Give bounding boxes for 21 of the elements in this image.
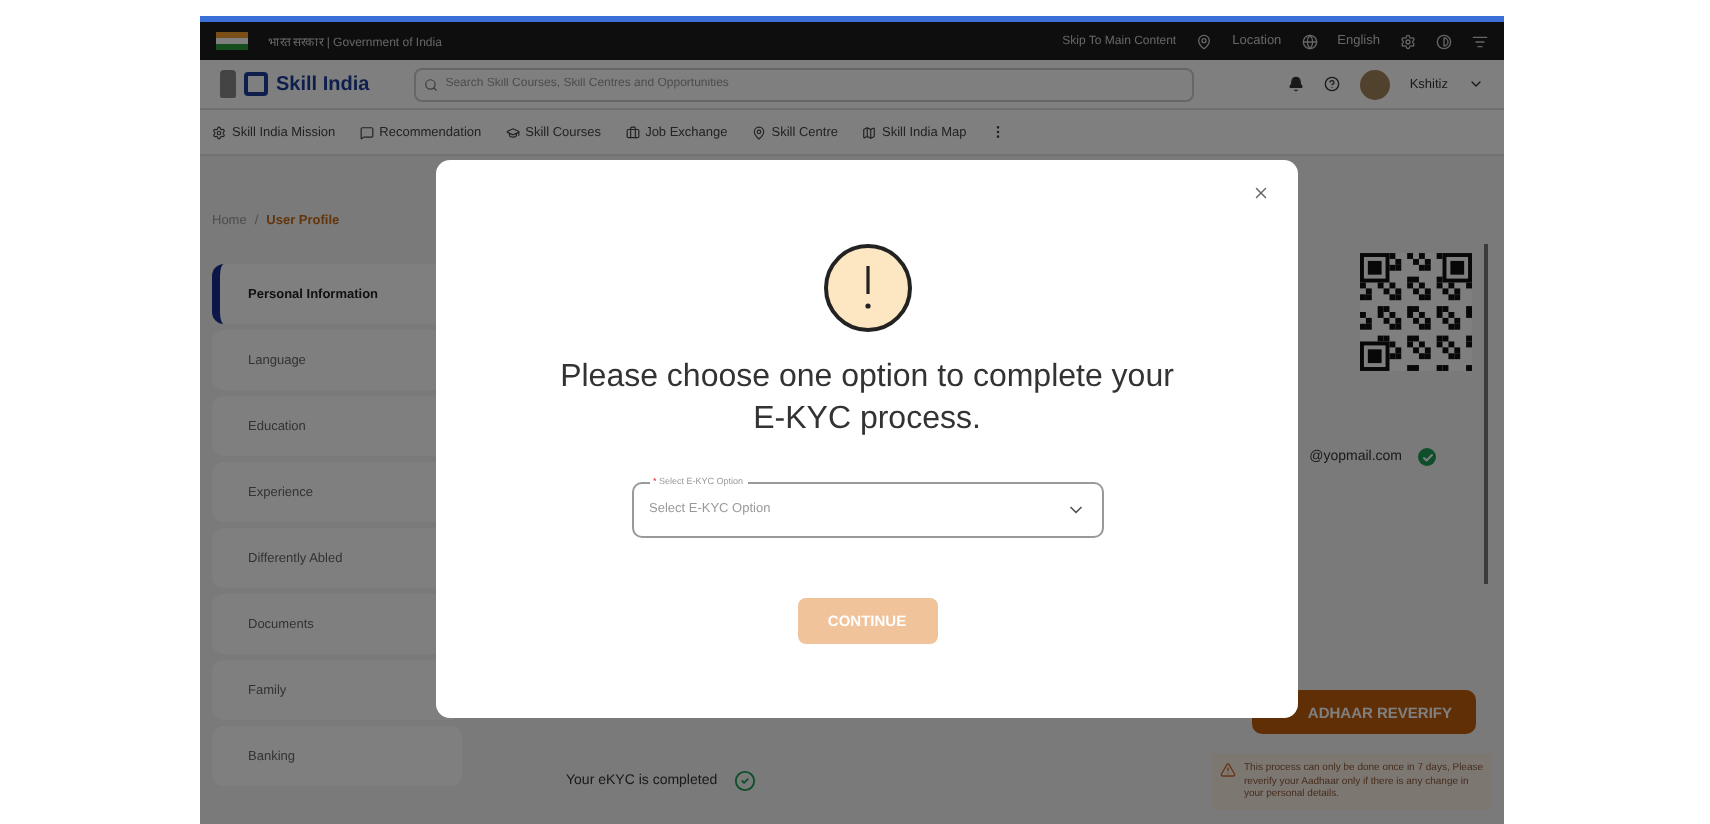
exclamation-icon	[823, 244, 911, 332]
cap-icon	[505, 125, 520, 139]
filter-icon[interactable]	[1472, 33, 1488, 49]
qr-code-drawing	[1360, 252, 1472, 372]
flag-icon	[216, 32, 248, 50]
dialog-heading: Please choose one option to complete your E-KYC process.	[558, 358, 1176, 440]
close-button[interactable]	[1252, 184, 1270, 202]
chevron-down-icon[interactable]	[1468, 76, 1484, 92]
logo-icon	[244, 72, 268, 96]
check-circle-icon	[733, 770, 756, 792]
bell-icon[interactable]	[1287, 76, 1304, 92]
logo-title: Skill India	[276, 73, 370, 95]
globe-icon	[1301, 33, 1318, 49]
location-pin-icon	[1196, 33, 1213, 49]
help-icon[interactable]	[1323, 76, 1340, 92]
warning-icon	[1220, 762, 1236, 778]
avatar[interactable]	[1359, 69, 1390, 99]
chat-icon	[359, 125, 374, 139]
search-icon	[423, 77, 438, 91]
map-icon	[862, 125, 876, 139]
contrast-icon[interactable]	[1436, 33, 1452, 49]
